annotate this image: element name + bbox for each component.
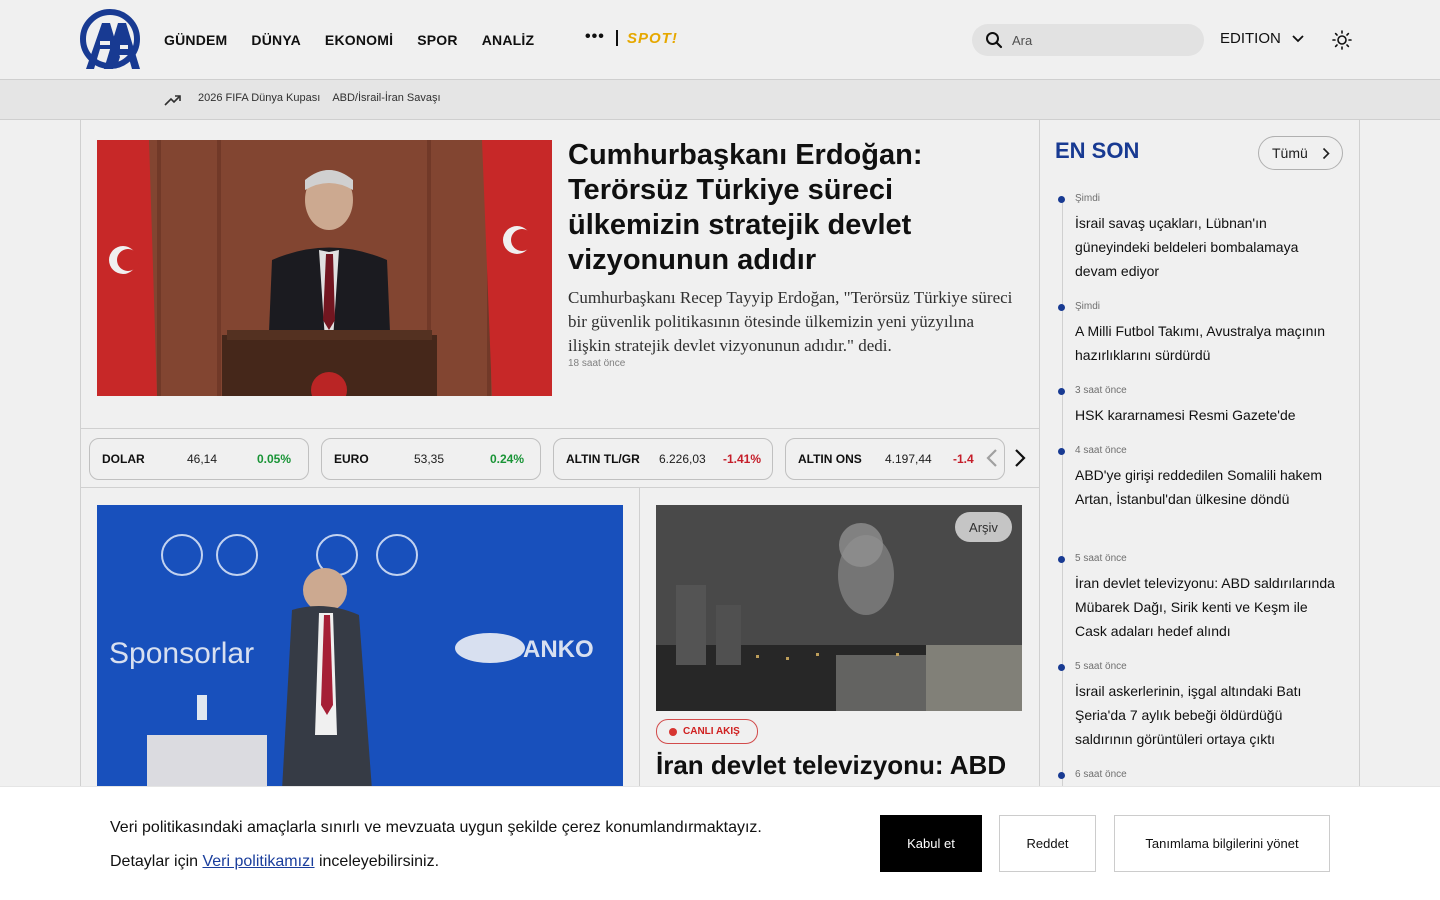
- cookie-line1: Veri politikasındaki amaçlarla sınırlı v…: [110, 819, 762, 836]
- page-dim-overlay: [0, 0, 1440, 786]
- cookie-prefix: Detaylar için: [110, 853, 203, 870]
- cookie-suffix: inceleyebilirsiniz.: [314, 853, 440, 870]
- reject-cookies-button[interactable]: Reddet: [999, 815, 1096, 872]
- cookie-line2: Detaylar için Veri politikamızı inceleye…: [110, 845, 762, 879]
- data-policy-link[interactable]: Veri politikamızı: [202, 853, 314, 870]
- accept-cookies-button[interactable]: Kabul et: [880, 815, 982, 872]
- manage-cookies-button[interactable]: Tanımlama bilgilerini yönet: [1114, 815, 1330, 872]
- cookie-message: Veri politikasındaki amaçlarla sınırlı v…: [110, 811, 762, 879]
- cookie-banner: Veri politikasındaki amaçlarla sınırlı v…: [0, 786, 1440, 900]
